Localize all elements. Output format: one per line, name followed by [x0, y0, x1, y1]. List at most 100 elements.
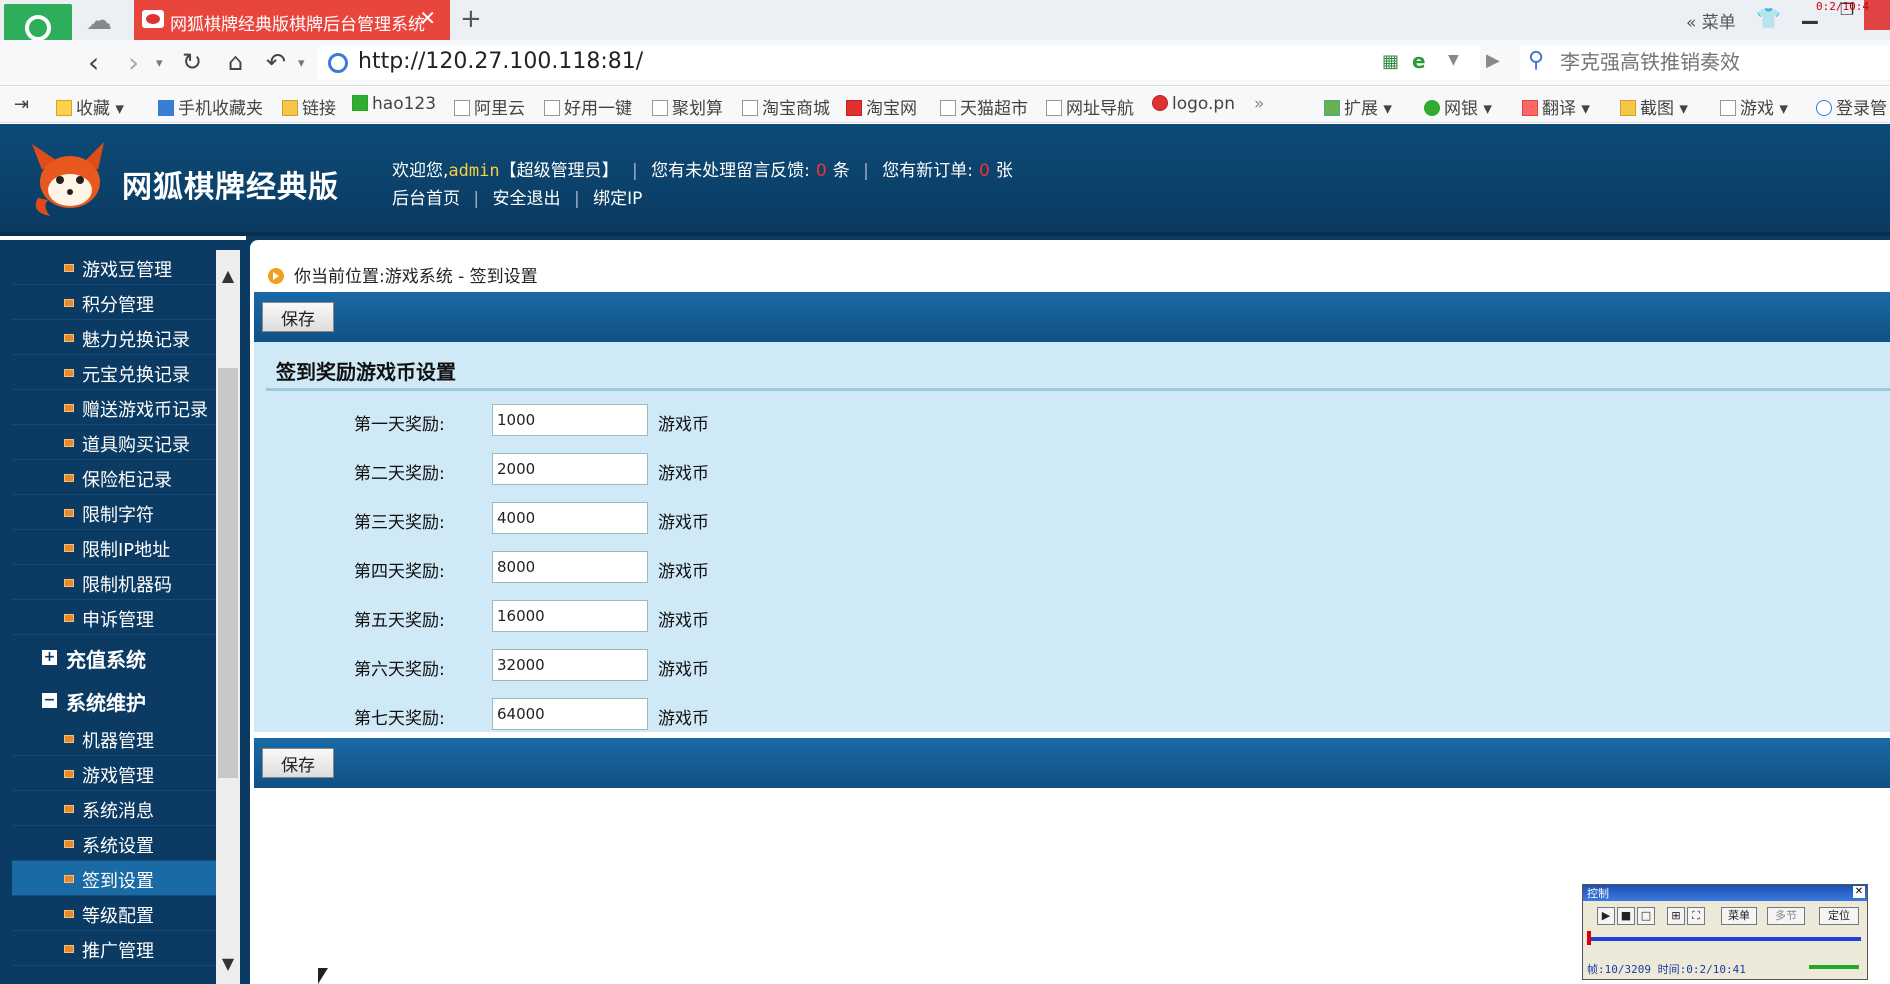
- link-logout[interactable]: 安全退出: [493, 189, 561, 209]
- sidebar-item-item-purchase[interactable]: 道具购买记录: [12, 425, 216, 460]
- bookmark-taobao-mall[interactable]: 淘宝商城: [742, 94, 830, 119]
- close-icon[interactable]: ✕: [1853, 886, 1865, 898]
- reward-input-day7[interactable]: [492, 698, 648, 730]
- url-field[interactable]: http://120.27.100.118:81/ ▦ e ▼ ▶: [318, 46, 1500, 80]
- volume-slider[interactable]: [1809, 965, 1859, 969]
- tab-close-icon[interactable]: ✕: [419, 6, 436, 30]
- refresh-icon[interactable]: ↻: [182, 48, 202, 76]
- sidebar-item-signin-settings[interactable]: 签到设置: [12, 861, 216, 896]
- translate-button[interactable]: 翻译 ▾: [1522, 94, 1590, 119]
- stop-icon[interactable]: ■: [1617, 907, 1635, 925]
- control-locate-button[interactable]: 定位: [1819, 907, 1859, 925]
- reward-input-day1[interactable]: [492, 404, 648, 436]
- reward-input-day5[interactable]: [492, 600, 648, 632]
- scroll-down-icon[interactable]: ▼: [216, 954, 240, 973]
- playback-knob[interactable]: [1587, 931, 1591, 945]
- sidebar-item-restrict-machine[interactable]: 限制机器码: [12, 565, 216, 600]
- playback-track[interactable]: [1589, 937, 1861, 941]
- scroll-thumb[interactable]: [218, 368, 238, 778]
- sidebar-group-maintenance[interactable]: − 系统维护: [12, 678, 216, 721]
- reward-input-day4[interactable]: [492, 551, 648, 583]
- reward-input-day2[interactable]: [492, 453, 648, 485]
- home-icon[interactable]: ⌂: [228, 48, 243, 76]
- sidebar-item-safe-records[interactable]: 保险柜记录: [12, 460, 216, 495]
- bookmark-juhuasuan[interactable]: 聚划算: [652, 94, 723, 119]
- new-tab-button[interactable]: +: [460, 4, 482, 34]
- ie-mode-icon[interactable]: e: [1412, 49, 1426, 73]
- undo-icon[interactable]: ↶: [266, 48, 286, 76]
- skin-icon[interactable]: 👕: [1756, 6, 1781, 30]
- reward-input-day3[interactable]: [492, 502, 648, 534]
- control-menu-button[interactable]: 菜单: [1721, 907, 1757, 925]
- bookmark-taobao[interactable]: 淘宝网: [846, 94, 917, 119]
- reward-unit: 游戏币: [658, 660, 709, 680]
- sidebar-item-appeals[interactable]: 申诉管理: [12, 600, 216, 635]
- sidebar-item-games[interactable]: 游戏管理: [12, 756, 216, 791]
- bookmark-logo[interactable]: logo.pn: [1152, 94, 1235, 114]
- bullet-icon: [64, 544, 74, 552]
- window-menu-button[interactable]: « 菜单: [1686, 8, 1736, 33]
- sidebar-item-system-messages[interactable]: 系统消息: [12, 791, 216, 826]
- sidebar-item-promotion[interactable]: 推广管理: [12, 931, 216, 966]
- sidebar-item-machines[interactable]: 机器管理: [12, 721, 216, 756]
- feedback-count[interactable]: 0: [810, 161, 833, 181]
- go-icon[interactable]: ▶: [1486, 50, 1500, 71]
- qr-code-icon[interactable]: ▦: [1382, 51, 1399, 72]
- link-admin-home[interactable]: 后台首页: [392, 189, 460, 209]
- sidebar-item-restrict-chars[interactable]: 限制字符: [12, 495, 216, 530]
- sidebar-item-restrict-ip[interactable]: 限制IP地址: [12, 530, 216, 565]
- sidebar-item-charm-exchange[interactable]: 魅力兑换记录: [12, 320, 216, 355]
- bookmark-links[interactable]: 链接: [282, 94, 336, 119]
- sidebar-item-ingot-exchange[interactable]: 元宝兑换记录: [12, 355, 216, 390]
- bookmark-tmall[interactable]: 天猫超市: [940, 94, 1028, 119]
- bookmark-yijian[interactable]: 好用一键: [544, 94, 632, 119]
- reward-input-day6[interactable]: [492, 649, 648, 681]
- save-button-bottom[interactable]: 保存: [262, 748, 334, 778]
- sidebar-item-points[interactable]: 积分管理: [12, 285, 216, 320]
- games-button[interactable]: 游戏 ▾: [1720, 94, 1788, 119]
- sidebar-item-game-beans[interactable]: 游戏豆管理: [12, 250, 216, 285]
- cloud-icon[interactable]: ☁: [86, 6, 112, 36]
- search-input[interactable]: [1560, 50, 1880, 74]
- collapse-icon[interactable]: −: [42, 693, 57, 708]
- fullscreen-icon[interactable]: ⛶: [1687, 907, 1705, 925]
- fit-icon[interactable]: ⊞: [1667, 907, 1685, 925]
- forward-icon[interactable]: ›: [128, 46, 139, 79]
- history-dropdown-icon[interactable]: ▾: [156, 56, 163, 71]
- frame-icon[interactable]: □: [1637, 907, 1655, 925]
- url-dropdown-icon[interactable]: ▼: [1448, 52, 1459, 68]
- back-icon[interactable]: ‹: [88, 46, 99, 79]
- extensions-button[interactable]: 扩展 ▾: [1324, 94, 1392, 119]
- sidebar-toggle-icon[interactable]: ⇥: [14, 94, 29, 115]
- sidebar-item-level-config[interactable]: 等级配置: [12, 896, 216, 931]
- bookmark-nav[interactable]: 网址导航: [1046, 94, 1134, 119]
- bullet-icon: [64, 474, 74, 482]
- tab-active[interactable]: 网狐棋牌经典版棋牌后台管理系统 ✕: [134, 0, 450, 40]
- sidebar-scrollbar[interactable]: ▲ ▼: [216, 250, 240, 984]
- save-button-top[interactable]: 保存: [262, 302, 334, 332]
- expand-icon[interactable]: +: [42, 650, 57, 665]
- control-multi-button[interactable]: 多节: [1767, 907, 1805, 925]
- url-text[interactable]: http://120.27.100.118:81/: [358, 49, 643, 74]
- link-bind-ip[interactable]: 绑定IP: [593, 189, 642, 209]
- login-button[interactable]: 登录管: [1816, 94, 1887, 119]
- bullet-icon: [64, 299, 74, 307]
- sidebar-item-gift-coins[interactable]: 赠送游戏币记录: [12, 390, 216, 425]
- bookmark-aliyun[interactable]: 阿里云: [454, 94, 525, 119]
- search-icon[interactable]: ⚲: [1528, 48, 1544, 73]
- screenshot-button[interactable]: 截图 ▾: [1620, 94, 1688, 119]
- page-icon: [454, 100, 470, 116]
- orders-label: 您有新订单:: [882, 161, 973, 181]
- bookmark-mobile[interactable]: 手机收藏夹: [158, 94, 263, 119]
- play-icon[interactable]: ▶: [1597, 907, 1615, 925]
- bookmark-hao123[interactable]: hao123: [352, 94, 436, 114]
- search-box[interactable]: ⚲: [1520, 46, 1890, 80]
- sidebar-item-system-settings[interactable]: 系统设置: [12, 826, 216, 861]
- undo-dropdown-icon[interactable]: ▾: [298, 56, 305, 71]
- bookmarks-more-icon[interactable]: »: [1254, 94, 1264, 114]
- sidebar-group-recharge[interactable]: + 充值系统: [12, 635, 216, 678]
- orders-count[interactable]: 0: [973, 161, 996, 181]
- bookmark-favorites[interactable]: 收藏 ▾: [56, 94, 124, 119]
- scroll-up-icon[interactable]: ▲: [216, 266, 240, 285]
- ebank-button[interactable]: 网银 ▾: [1424, 94, 1492, 119]
